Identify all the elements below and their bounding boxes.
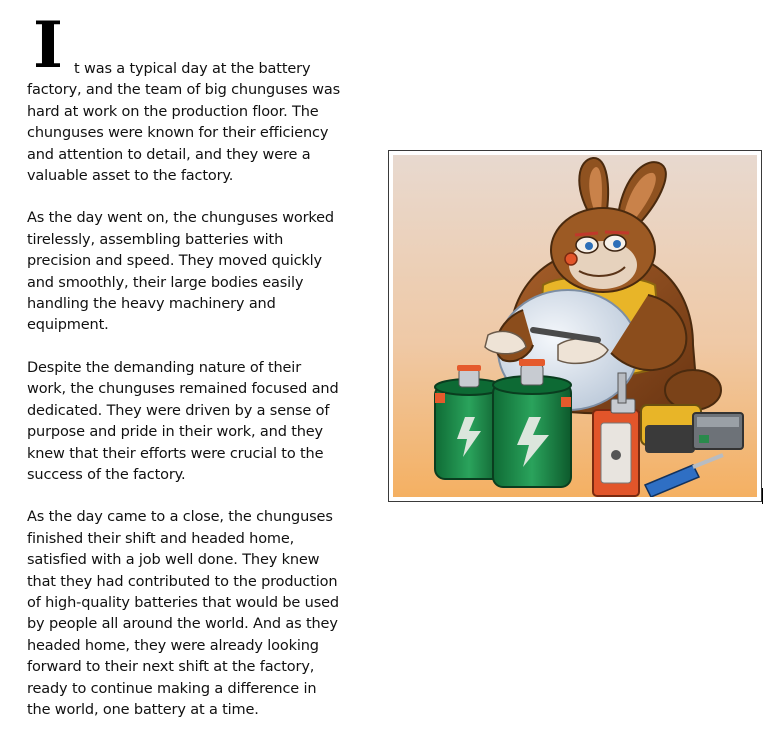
grey-box [692,412,744,450]
chungus-illustration [393,155,757,497]
paragraph-2: As the day went on, the chunguses worked… [27,210,334,334]
chungus-illustration-frame[interactable] [388,150,762,502]
paragraph-3: Despite the demanding nature of their wo… [27,359,339,483]
drop-cap: I [33,8,63,83]
battery-right [492,359,572,488]
article-body: I t was a typical day at the battery fac… [27,8,343,742]
paragraph-1: I t was a typical day at the battery fac… [27,8,343,187]
text-cursor [762,488,763,504]
orange-device [592,398,640,497]
rabbit-nose [564,252,578,266]
paragraph-1-text: t was a typical day at the battery facto… [27,61,341,185]
paragraph-4: As the day came to a close, the chunguse… [27,509,339,718]
